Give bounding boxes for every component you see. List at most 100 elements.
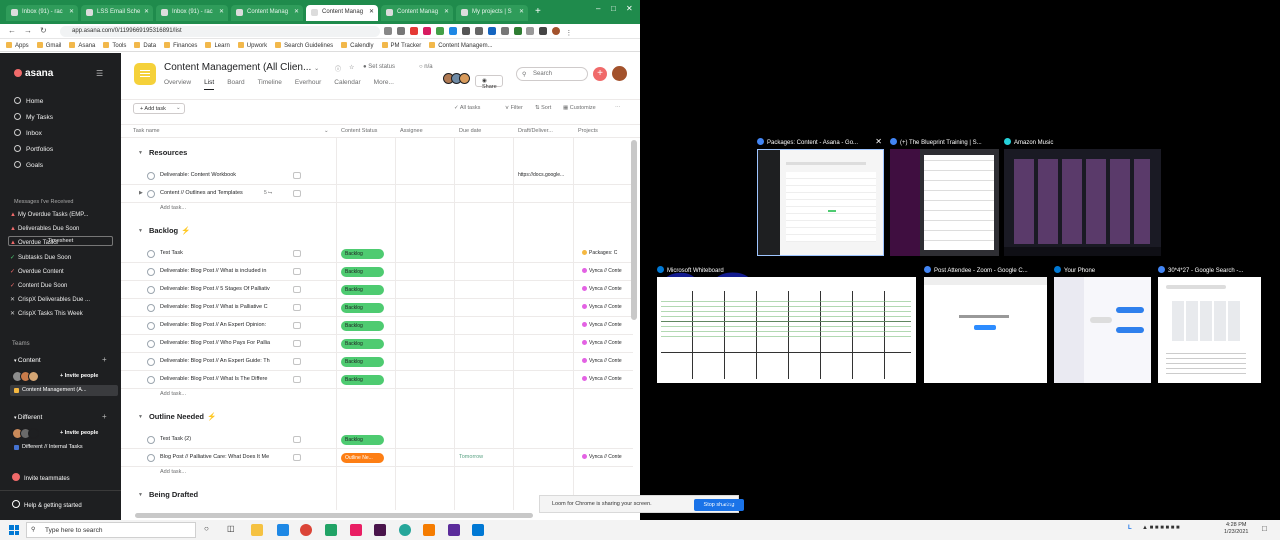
browser-tab[interactable]: Content Manag ✕ xyxy=(231,5,303,21)
status-badge[interactable]: Outline Ne... xyxy=(341,453,384,463)
close-tab-icon[interactable]: ✕ xyxy=(519,8,524,15)
complete-checkbox-icon[interactable] xyxy=(147,190,155,198)
chrome-icon[interactable] xyxy=(300,524,312,536)
extension-icon[interactable] xyxy=(474,27,483,35)
slack-icon[interactable] xyxy=(374,524,386,536)
invite-teammates-link[interactable]: Invite teammates xyxy=(12,473,70,482)
project-tag[interactable]: Vynca // Conte xyxy=(582,304,634,310)
bookmark-item[interactable]: Content Managem... xyxy=(429,42,493,49)
app-icon[interactable] xyxy=(448,524,460,536)
project-tag[interactable]: Vynca // Conte xyxy=(582,454,634,460)
table-row[interactable]: Deliverable: Blog Post // What is Pallia… xyxy=(121,299,633,317)
comment-icon[interactable] xyxy=(293,286,301,293)
browser-tab[interactable]: Content Manag ✕ xyxy=(381,5,453,21)
share-button[interactable]: ◉ Share xyxy=(475,75,503,90)
close-tab-icon[interactable]: ✕ xyxy=(219,8,224,15)
browser-tab[interactable]: LSS Email Sche ✕ xyxy=(81,5,153,21)
column-assignee[interactable]: Assignee xyxy=(400,128,423,134)
team-members[interactable] xyxy=(12,428,39,441)
browser-tab[interactable]: Inbox (91) - rac ✕ xyxy=(6,5,78,21)
complete-checkbox-icon[interactable] xyxy=(147,454,155,462)
switcher-window-thumbnail[interactable]: Packages: Content - Asana - Go... ✕ xyxy=(757,137,884,256)
close-tab-icon[interactable]: ✕ xyxy=(144,8,149,15)
bookmark-item[interactable]: Upwork xyxy=(237,42,267,49)
browser-tab[interactable]: Inbox (91) - rac ✕ xyxy=(156,5,228,21)
extension-icon[interactable] xyxy=(448,27,457,35)
whiteboard-icon[interactable] xyxy=(472,524,484,536)
status-badge[interactable]: Backlog xyxy=(341,285,384,295)
task-name[interactable]: Deliverable: Blog Post // Who Pays For P… xyxy=(160,340,286,346)
invite-people-link[interactable]: + Invite people xyxy=(60,373,98,379)
table-row[interactable]: Deliverable: Blog Post // 5 Stages Of Pa… xyxy=(121,281,633,299)
sidebar-project-item[interactable]: Different // Internal Tasks xyxy=(10,442,118,453)
stop-sharing-button[interactable]: Stop sharing xyxy=(694,499,744,511)
sidebar-favorite-item[interactable]: ▲ My Overdue Tasks (EMP... xyxy=(10,212,88,218)
comment-icon[interactable] xyxy=(293,172,301,179)
switcher-window-thumbnail[interactable]: Amazon Music xyxy=(1004,138,1161,256)
table-row[interactable]: Deliverable: Blog Post // An Expert Opin… xyxy=(121,317,633,335)
bookmark-item[interactable]: Learn xyxy=(205,42,230,49)
close-window-button[interactable]: ✕ xyxy=(626,4,633,13)
sidebar-item-goals[interactable]: Goals xyxy=(14,161,43,169)
caret-down-icon[interactable]: ▼ xyxy=(138,228,143,234)
sidebar-favorite-item[interactable]: ✕ CrispX Deliverables Due ... xyxy=(10,296,90,303)
avatar[interactable] xyxy=(612,66,627,81)
table-row[interactable]: Deliverable: Blog Post // What is includ… xyxy=(121,263,633,281)
caret-down-icon[interactable]: ▼ xyxy=(138,414,143,420)
task-name[interactable]: Deliverable: Blog Post // What Is The Di… xyxy=(160,376,286,382)
taskbar-search-input[interactable]: Type here to search xyxy=(26,522,196,538)
close-tab-icon[interactable]: ✕ xyxy=(444,8,449,15)
complete-checkbox-icon[interactable] xyxy=(147,172,155,180)
status-badge[interactable]: Backlog xyxy=(341,303,384,313)
status-badge[interactable]: Backlog xyxy=(341,357,384,367)
customize-button[interactable]: ▦ Customize xyxy=(563,105,596,111)
section-header[interactable]: ▼ Resources xyxy=(138,148,187,157)
task-view-icon[interactable]: ◫ xyxy=(227,524,235,533)
windows-start-icon[interactable] xyxy=(9,525,19,535)
favorite-star-icon[interactable]: ☆ xyxy=(349,64,354,71)
caret-down-icon[interactable]: ▼ xyxy=(138,492,143,498)
browser-tab[interactable]: My projects | S ✕ xyxy=(456,5,528,21)
info-icon[interactable]: ⓘ xyxy=(335,64,341,73)
complete-checkbox-icon[interactable] xyxy=(147,322,155,330)
help-link[interactable]: Help & getting started xyxy=(12,500,82,509)
all-tasks-filter[interactable]: ✓ All tasks xyxy=(454,105,480,111)
sidebar-item-home[interactable]: Home xyxy=(14,97,43,105)
clock[interactable]: 4:28 PM 1/23/2021 xyxy=(1224,522,1248,536)
table-row[interactable]: ▶ Content // Outlines and Templates 5 ⮡ xyxy=(121,185,633,203)
switcher-window-thumbnail[interactable]: Your Phone xyxy=(1054,266,1151,383)
close-window-icon[interactable]: ✕ xyxy=(875,137,882,146)
table-row[interactable]: Deliverable: Blog Post // What Is The Di… xyxy=(121,371,633,389)
app-icon[interactable] xyxy=(325,524,337,536)
add-project-icon[interactable]: + xyxy=(102,412,107,421)
project-tag[interactable]: Packages: C xyxy=(582,250,634,256)
bookmark-item[interactable]: Apps xyxy=(6,42,29,49)
switcher-window-thumbnail[interactable]: (+) The Blueprint Training | S... xyxy=(890,138,999,256)
extension-icon[interactable] xyxy=(500,27,509,35)
filter-button[interactable]: ⋎ Filter xyxy=(505,105,523,111)
add-task-link[interactable]: Add task... xyxy=(160,391,186,397)
comment-icon[interactable] xyxy=(293,436,301,443)
sidebar-favorite-item[interactable]: ✓ Content Due Soon xyxy=(10,282,67,289)
tab-more[interactable]: More... xyxy=(374,79,394,89)
extension-icon[interactable] xyxy=(487,27,496,35)
column-content-status[interactable]: Content Status xyxy=(341,128,377,134)
status-badge[interactable]: Backlog xyxy=(341,339,384,349)
tray-icons[interactable]: ▲ ■ ■ ■ ■ ■ ■ xyxy=(1142,525,1180,531)
status-badge[interactable]: Backlog xyxy=(341,249,384,259)
project-title[interactable]: Content Management (All Clien... ⌄ xyxy=(164,62,319,73)
project-tag[interactable]: Vynca // Conte xyxy=(582,286,634,292)
task-name[interactable]: Deliverable: Blog Post // An Expert Guid… xyxy=(160,358,286,364)
tab-board[interactable]: Board xyxy=(227,79,244,89)
comment-icon[interactable] xyxy=(293,250,301,257)
bookmark-item[interactable]: Data xyxy=(134,42,156,49)
switcher-window-thumbnail[interactable]: 30*4*27 - Google Search -... xyxy=(1158,266,1261,383)
app-icon[interactable] xyxy=(423,524,435,536)
maximize-button[interactable]: □ xyxy=(611,4,616,13)
table-row[interactable]: Test Task Backlog Packages: C xyxy=(121,245,633,263)
task-name[interactable]: Deliverable: Blog Post // An Expert Opin… xyxy=(160,322,286,328)
project-tag[interactable]: Vynca // Conte xyxy=(582,376,634,382)
tray-app-icon[interactable]: L xyxy=(1128,525,1132,531)
table-row[interactable]: Deliverable: Content Workbook https://doc… xyxy=(121,167,633,185)
column-due-date[interactable]: Due date xyxy=(459,128,481,134)
